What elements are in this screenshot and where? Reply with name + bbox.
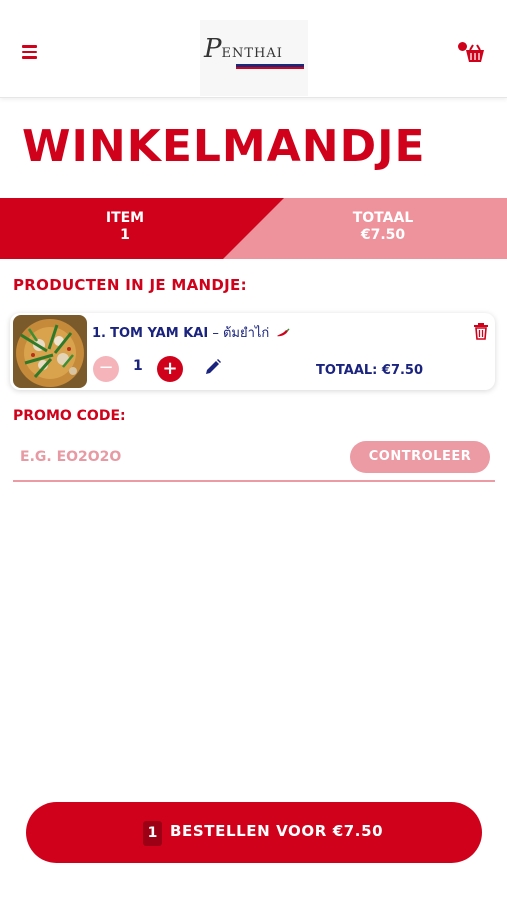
item-count-label: ITEM [105,210,145,226]
product-name: 1. TOM YAM KAI – ต้มยำไก่ [92,322,290,343]
item-quantity: 1 [133,358,143,374]
product-title: TOM YAM KAI [110,326,209,341]
increase-quantity-button[interactable]: + [157,356,183,382]
place-order-label: BESTELLEN VOOR €7.50 [170,822,384,840]
delete-item-icon[interactable] [473,322,489,340]
edit-pencil-icon[interactable] [204,358,222,376]
penthai-logo[interactable]: PENTHAI [200,20,308,96]
logo-wordmark: PENTHAI [204,34,283,64]
app-header: PENTHAI [0,0,507,98]
place-order-button[interactable]: 1 BESTELLEN VOOR €7.50 [26,802,482,863]
product-number: 1. [92,326,106,341]
total-label: TOTAAL [352,210,414,226]
cart-notification-dot [458,42,467,51]
decrease-quantity-button[interactable]: − [93,356,119,382]
summary-band-background [0,198,507,259]
item-count-summary: ITEM 1 [94,210,156,244]
total-summary: TOTAAL €7.50 [340,210,426,244]
check-promo-button[interactable]: CONTROLEER [350,441,490,473]
promo-code-label: PROMO CODE: [13,408,126,424]
cart-icon[interactable] [458,42,486,66]
item-count-value: 1 [120,227,130,243]
cart-section-label: PRODUCTEN IN JE MANDJE: [13,276,247,294]
item-line-total: TOTAAL: €7.50 [316,363,424,378]
logo-flag-stripe-red [236,67,304,69]
page-title: WINKELMANDJE [22,121,426,172]
menu-icon[interactable] [22,45,37,59]
cart-item-card: 1. TOM YAM KAI – ต้มยำไก่ − 1 + TOTAAL: … [10,313,495,390]
cart-summary-band: ITEM 1 TOTAAL €7.50 [0,198,507,259]
promo-code-input[interactable] [13,441,333,473]
promo-input-underline [13,480,495,482]
total-value: €7.50 [360,227,406,243]
order-item-count-badge: 1 [143,821,162,846]
chili-icon [276,327,290,337]
product-thai-name: – ต้มยำไก่ [212,326,270,341]
product-image [13,315,87,388]
